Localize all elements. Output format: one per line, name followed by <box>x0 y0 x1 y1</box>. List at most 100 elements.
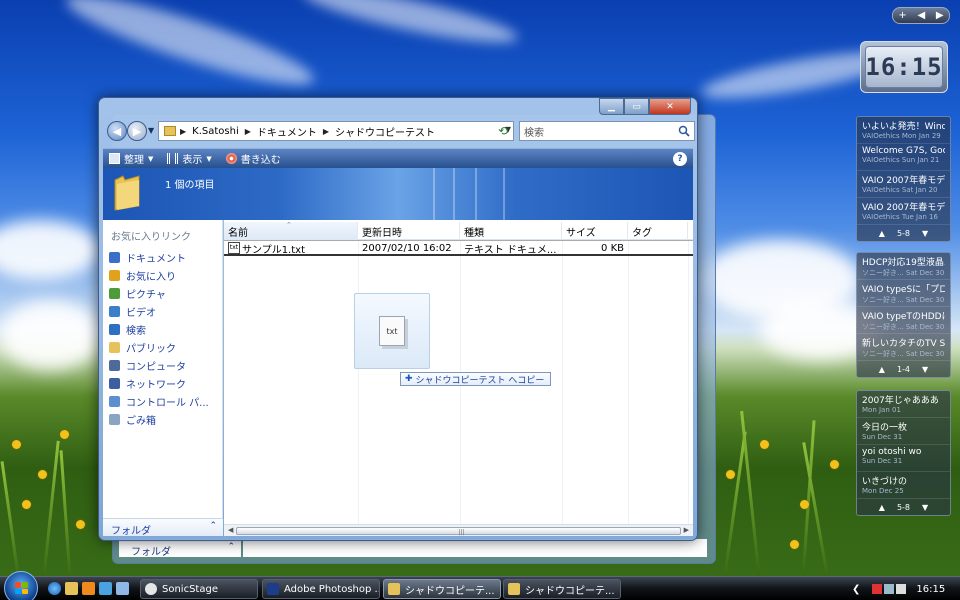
favorite-link[interactable]: お気に入り <box>109 266 209 284</box>
feed-headline[interactable]: 2007年じゃあああ Mon Jan 01 <box>857 391 950 418</box>
breadcrumb-current-folder[interactable]: シャドウコピーテスト <box>335 124 435 139</box>
previous-page-icon[interactable]: ▲ <box>879 365 885 374</box>
folders-toggle-bar[interactable]: フォルダ ⌃ <box>103 518 223 537</box>
column-header-name[interactable]: ⌃ 名前 <box>224 221 358 240</box>
feed-headline[interactable]: VAIO 2007年春モデルVAIOethics Tue Jan 16 <box>857 198 950 225</box>
favorite-link[interactable]: ごみ箱 <box>109 410 209 428</box>
back-folder-bar[interactable]: フォルダ ⌃ <box>119 539 241 558</box>
address-bar[interactable]: ▶ K.Satoshi ▶ ドキュメント ▶ シャドウコピーテスト ▼ <box>158 121 514 141</box>
favorite-link[interactable]: ビデオ <box>109 302 209 320</box>
favorite-link[interactable]: 検索 <box>109 320 209 338</box>
views-button[interactable]: 表示 ▼ <box>167 151 212 166</box>
favorite-link[interactable]: コンピュータ <box>109 356 209 374</box>
feed-headline[interactable]: Welcome G7S, Good ...VAIOethics Sun Jan … <box>857 144 950 171</box>
media-icon[interactable] <box>99 582 112 595</box>
feed-headline[interactable]: VAIO 2007年春モデ... VAIOethics Sat Jan 20 <box>857 171 950 198</box>
recent-pages-dropdown[interactable]: ▼ <box>148 126 154 135</box>
file-list[interactable]: ⌃ 名前 更新日時 種類 サイズ タグ txt サンプル1.txt 2007/0… <box>224 220 693 536</box>
column-header-size[interactable]: サイズ <box>562 222 628 240</box>
feed-headline-meta: ソニー好き... Sat Dec 30 <box>862 350 945 358</box>
organize-button[interactable]: 整理 ▼ <box>109 151 153 166</box>
column-header-type[interactable]: 種類 <box>460 222 562 240</box>
next-page-icon[interactable]: ▼ <box>922 503 928 512</box>
feed-headline[interactable]: いよいよ発売！Windo...VAIOethics Mon Jan 29 <box>857 117 950 144</box>
recycle-bin-icon <box>109 413 120 425</box>
network-tray-icon[interactable] <box>884 584 895 594</box>
search-input[interactable]: 検索 <box>519 121 695 141</box>
feed-headlines-gadget[interactable]: 2007年じゃあああ Mon Jan 01 今日の一枚 Sun Dec 31 yoi o… <box>856 390 951 516</box>
table-row[interactable]: txt サンプル1.txt 2007/02/10 16:02 テキスト ドキュメ… <box>224 240 693 256</box>
explorer-window[interactable]: ▁ ▭ ✕ ◀ ▶ ▼ ▶ K.Satoshi ▶ ドキュメント ▶ シャドウコ… <box>98 97 698 541</box>
internet-explorer-icon[interactable] <box>48 582 61 595</box>
search-folder-icon <box>109 323 120 335</box>
chevron-down-icon: ▼ <box>148 154 154 163</box>
breadcrumb-user[interactable]: K.Satoshi <box>192 126 239 137</box>
favorite-link[interactable]: ピクチャ <box>109 284 209 302</box>
favorite-link[interactable]: ドキュメント <box>109 248 209 266</box>
feed-headlines-gadget[interactable]: いよいよ発売！Windo...VAIOethics Mon Jan 29Welc… <box>856 116 951 242</box>
breadcrumb-separator-icon[interactable]: ▶ <box>323 127 329 136</box>
security-icon[interactable] <box>872 584 883 594</box>
organize-label: 整理 <box>124 155 144 166</box>
volume-icon[interactable] <box>896 584 907 594</box>
feed-headline-title: 新しいカタチのTV Sid... <box>862 339 945 349</box>
scroll-left-icon[interactable]: ◀ <box>228 526 233 534</box>
scrollbar-thumb[interactable]: ||| <box>236 527 681 536</box>
column-header-modified[interactable]: 更新日時 <box>358 222 460 240</box>
column-header-tags[interactable]: タグ <box>628 222 688 240</box>
favorite-link[interactable]: パブリック <box>109 338 209 356</box>
forward-button[interactable]: ▶ <box>127 121 147 141</box>
feed-headline[interactable]: yoi otoshi wo Sun Dec 31 <box>857 445 950 472</box>
feed-headline[interactable]: VAIO typeTのHDDに...ソニー好き... Sat Dec 30 <box>857 307 950 334</box>
control-panel-icon <box>109 395 120 407</box>
feed-headline-title: VAIO typeTのHDDに... <box>862 312 945 322</box>
burn-button[interactable]: 書き込む <box>225 151 281 166</box>
add-gadget-icon[interactable]: + <box>898 10 906 21</box>
breadcrumb-separator-icon[interactable]: ▶ <box>180 127 186 136</box>
refresh-icon[interactable]: ⟲ <box>493 122 513 140</box>
taskbar-button-sonicstage[interactable]: SonicStage <box>140 579 258 599</box>
feed-headlines-gadget[interactable]: HDCP対応19型液晶... ソニー好き... Sat Dec 30 VAIO ty… <box>856 252 951 378</box>
burn-disc-icon <box>225 153 237 164</box>
scroll-right-icon[interactable]: ▶ <box>684 526 689 534</box>
taskbar-button-explorer[interactable]: シャドウコピーテ... <box>503 579 621 599</box>
taskbar-button-explorer-active[interactable]: シャドウコピーテ... <box>383 579 501 599</box>
favorite-link[interactable]: ネットワーク <box>109 374 209 392</box>
back-button[interactable]: ◀ <box>107 121 127 141</box>
feed-headline[interactable]: HDCP対応19型液晶... ソニー好き... Sat Dec 30 <box>857 253 950 280</box>
favorite-link[interactable]: コントロール パ... <box>109 392 209 410</box>
mail-icon[interactable] <box>116 582 129 595</box>
previous-gadgets-icon[interactable]: ◀ <box>917 10 925 21</box>
feed-headline[interactable]: 今日の一枚 Sun Dec 31 <box>857 418 950 445</box>
previous-page-icon[interactable]: ▲ <box>879 503 885 512</box>
taskbar-clock[interactable]: 16:15 <box>916 584 945 595</box>
feed-page-range: 5-8 <box>896 502 911 512</box>
next-page-icon[interactable]: ▼ <box>922 229 928 238</box>
feed-headline[interactable]: VAIO typeSに「プロセ...ソニー好き... Sat Dec 30 <box>857 280 950 307</box>
folder-icon[interactable] <box>65 582 78 595</box>
breadcrumb-separator-icon[interactable]: ▶ <box>245 127 251 136</box>
search-icon[interactable] <box>678 125 690 137</box>
previous-page-icon[interactable]: ▲ <box>879 229 885 238</box>
maximize-button[interactable]: ▭ <box>624 98 649 115</box>
feed-headline[interactable]: いきづけの Mon Dec 25 <box>857 472 950 499</box>
start-button[interactable] <box>4 571 38 600</box>
feed-headline-meta: Mon Dec 25 <box>862 487 904 495</box>
breadcrumb-documents[interactable]: ドキュメント <box>257 124 317 139</box>
feed-page-range: 1-4 <box>896 364 911 374</box>
taskbar-button-photoshop[interactable]: Adobe Photoshop ... <box>262 579 380 599</box>
plus-icon: ✚ <box>405 374 413 384</box>
feed-headline[interactable]: 新しいカタチのTV Sid...ソニー好き... Sat Dec 30 <box>857 334 950 361</box>
next-page-icon[interactable]: ▼ <box>922 365 928 374</box>
clock-gadget[interactable]: 16:15 <box>860 41 948 93</box>
next-gadgets-icon[interactable]: ▶ <box>936 10 944 21</box>
address-row: ◀ ▶ ▼ ▶ K.Satoshi ▶ ドキュメント ▶ シャドウコピーテスト … <box>105 120 695 144</box>
documents-icon <box>109 251 120 263</box>
feed-pager: ▲ 1-4 ▼ <box>857 361 950 377</box>
help-button[interactable]: ? <box>673 152 687 166</box>
chevron-left-icon[interactable]: ❮ <box>852 584 860 595</box>
horizontal-scrollbar[interactable]: ◀ ||| ▶ <box>224 524 693 536</box>
media-player-icon[interactable] <box>82 582 95 595</box>
minimize-button[interactable]: ▁ <box>599 98 624 115</box>
close-button[interactable]: ✕ <box>649 98 691 115</box>
